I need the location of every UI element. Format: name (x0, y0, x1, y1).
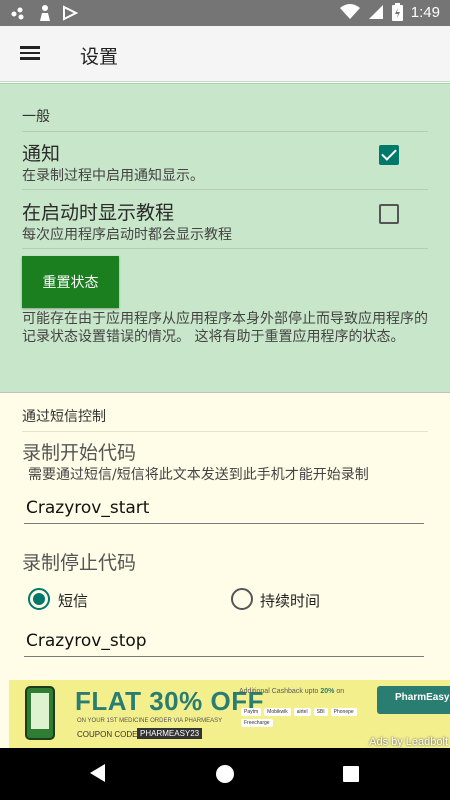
start-code-title: 录制开始代码 (22, 442, 137, 464)
divider (22, 248, 428, 249)
navigation-bar (0, 748, 450, 800)
stop-code-input[interactable] (24, 625, 424, 657)
menu-line (20, 51, 40, 54)
ad-banner[interactable]: FLAT 30% OFF ON YOUR 1ST MEDICINE ORDER … (9, 680, 450, 748)
notification-summary: 在录制过程中启用通知显示。 (22, 168, 204, 184)
phone-icon (25, 686, 55, 740)
sms-radio[interactable] (28, 588, 50, 610)
page-title: 设置 (80, 46, 119, 68)
hamburger-menu-icon[interactable] (18, 43, 42, 65)
stop-code-title: 录制停止代码 (22, 552, 137, 574)
ad-subline: ON YOUR 1ST MEDICINE ORDER VIA PHARMEASY (77, 718, 223, 724)
payment-logo: SBI (313, 708, 328, 716)
payment-logo: Mobikwik (264, 708, 291, 716)
start-code-input[interactable] (24, 492, 424, 524)
menu-line (20, 57, 40, 60)
payment-logo: Phonepe (330, 708, 357, 716)
payment-logo: Freecharge (241, 719, 273, 727)
status-right-icons: 1:49 (339, 3, 440, 21)
ad-cashback-value: 20% (320, 688, 335, 695)
notification-dots-icon (11, 7, 24, 20)
tutorial-checkbox[interactable] (379, 204, 399, 224)
home-icon[interactable] (216, 765, 234, 783)
wifi-icon (339, 4, 360, 19)
menu-line (20, 46, 40, 49)
ad-coupon-code: PHARMEASY23 (137, 728, 203, 739)
tutorial-title: 在启动时显示教程 (22, 202, 175, 224)
signal-icon (368, 5, 383, 19)
duration-radio[interactable] (231, 588, 253, 610)
ad-cashback-text: Additional Cashback upto (239, 688, 319, 695)
payment-logo: airtel (293, 708, 311, 716)
status-bar: 1:49 (0, 0, 450, 26)
reset-description: 可能存在由于应用程序从应用程序本身外部停止而导致应用程序的记录状态设置错误的情况… (22, 311, 428, 345)
reset-state-button[interactable]: 重置状态 (22, 256, 119, 308)
notification-title: 通知 (22, 143, 61, 165)
ad-payment-logos: Paytm Mobikwik airtel SBI Phonepe Freech… (241, 708, 371, 727)
divider (22, 189, 428, 190)
status-time: 1:49 (410, 3, 440, 21)
sms-control-section: 通过短信控制 录制开始代码 需要通过短信/短信将此文本发送到此手机才能开始录制 … (0, 392, 450, 672)
app-bar: 设置 (0, 26, 450, 82)
payment-logo: Paytm (241, 708, 262, 716)
ad-headline: FLAT 30% OFF (75, 686, 264, 716)
play-store-icon (63, 5, 78, 21)
status-left-icons (10, 4, 78, 22)
sms-radio-label: 短信 (58, 592, 89, 610)
sms-header: 通过短信控制 (22, 409, 106, 425)
ad-brand: PharmEasy (395, 692, 450, 703)
ad-coupon-label: COUPON CODE : (77, 730, 142, 739)
general-header: 一般 (22, 109, 50, 125)
duration-radio-label: 持续时间 (260, 592, 321, 610)
divider (22, 431, 428, 432)
divider (22, 131, 428, 132)
notification-checkbox[interactable] (379, 145, 399, 165)
general-section: 一般 通知 在录制过程中启用通知显示。 在启动时显示教程 每次应用程序启动时都会… (0, 83, 450, 392)
ad-area: FLAT 30% OFF ON YOUR 1ST MEDICINE ORDER … (0, 672, 450, 748)
person-icon (40, 5, 50, 21)
ad-cashback-suffix: on (336, 688, 345, 695)
back-icon[interactable] (90, 764, 105, 782)
battery-icon (391, 3, 403, 21)
recent-apps-icon[interactable] (343, 766, 359, 782)
start-code-summary: 需要通过短信/短信将此文本发送到此手机才能开始录制 (28, 467, 369, 483)
ad-cashback: Additional Cashback upto 20% on (239, 688, 344, 695)
tutorial-summary: 每次应用程序启动时都会显示教程 (22, 227, 232, 243)
ads-by-label: Ads by Leadbolt (369, 736, 448, 748)
